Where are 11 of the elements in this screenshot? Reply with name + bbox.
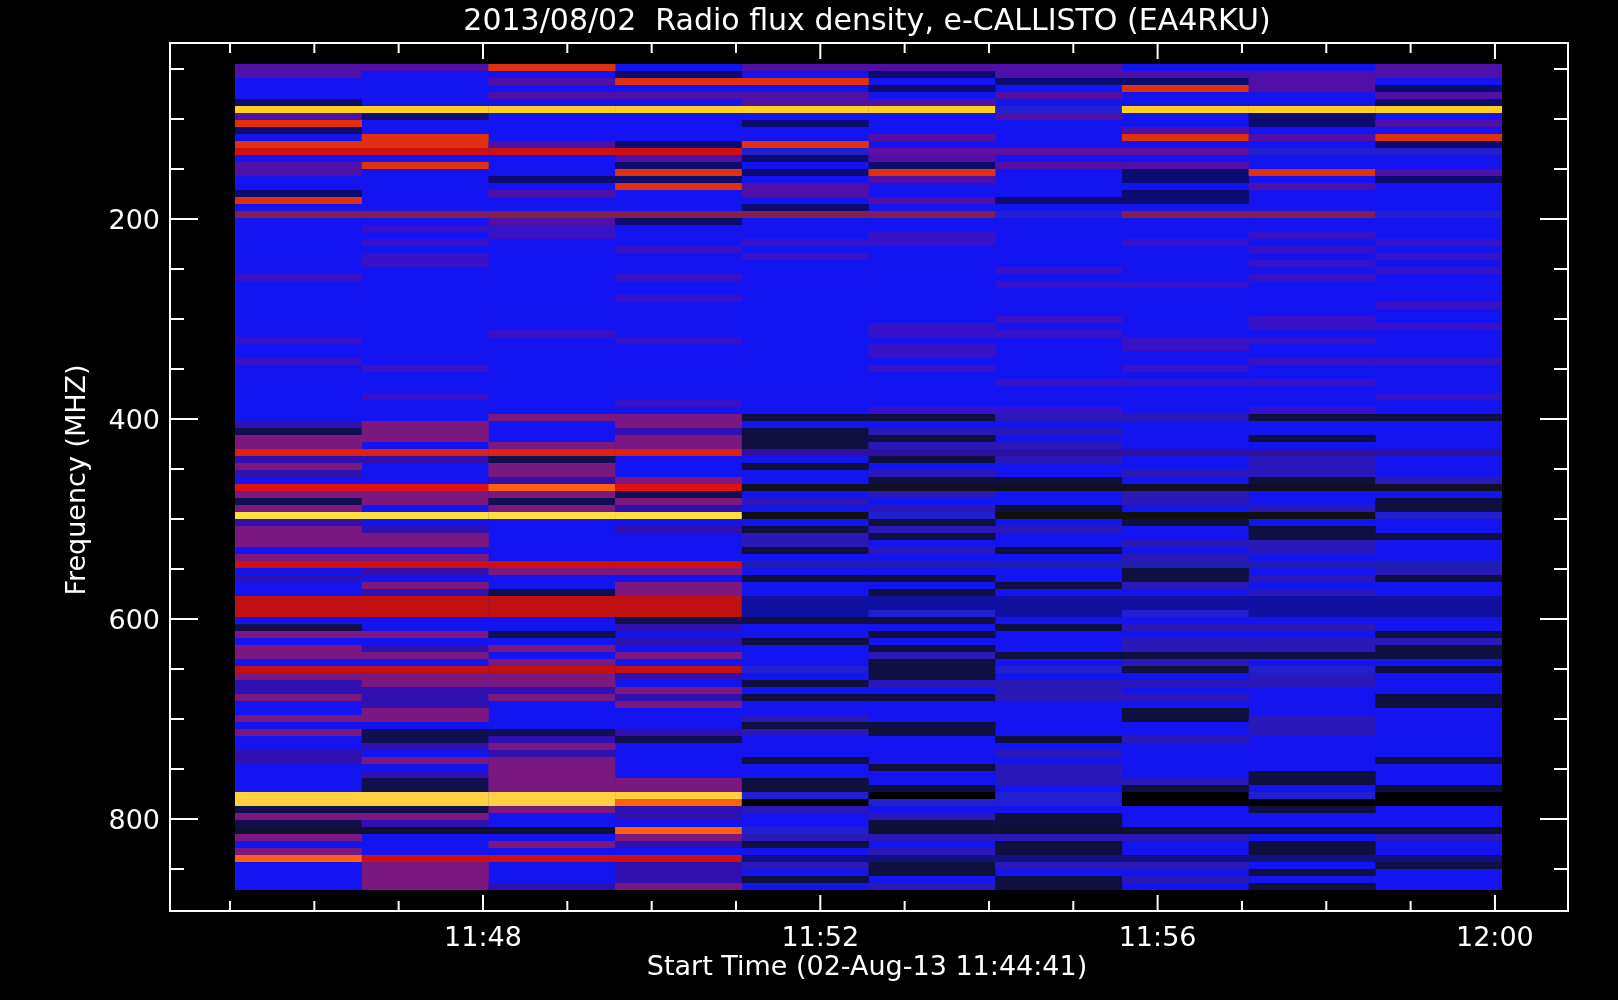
y-tick-label: 800 (108, 804, 160, 835)
x-tick-label: 11:48 (444, 921, 522, 952)
y-tick-label: 400 (108, 404, 160, 435)
y-tick-label: 600 (108, 604, 160, 635)
y-axis-label: Frequency (MHZ) (60, 364, 91, 596)
x-tick-label: 11:52 (781, 921, 860, 952)
x-tick-label: 12:00 (1456, 921, 1534, 952)
y-tick-label: 200 (108, 204, 160, 235)
chart-title: 2013/08/02 Radio flux density, e-CALLISTO (EA4RKU) (463, 2, 1271, 37)
x-tick-label: 11:56 (1118, 921, 1197, 952)
x-axis-label: Start Time (02-Aug-13 11:44:41) (646, 950, 1088, 981)
